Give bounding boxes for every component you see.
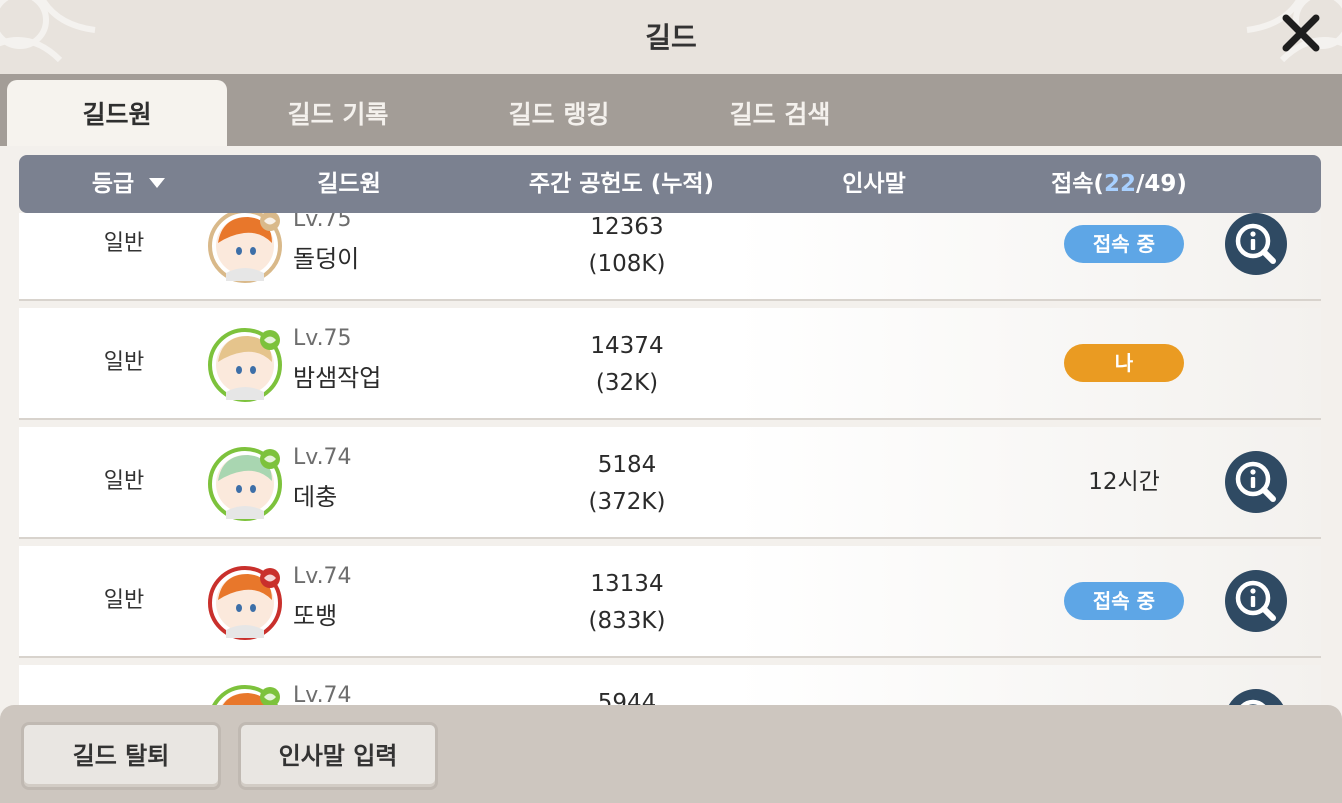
- weekly-contribution: 5944: [597, 690, 657, 705]
- total-contribution: (32K): [595, 370, 659, 396]
- member-grade: 일반: [103, 231, 145, 256]
- member-level: Lv.74: [293, 445, 352, 470]
- member-row[interactable]: Lv.74 5944: [19, 665, 1321, 705]
- member-name: 돌덩이: [293, 245, 360, 273]
- member-row[interactable]: 일반 Lv.74 데충 5184 (372K) 12시간: [19, 427, 1321, 539]
- weekly-contribution: 13134: [590, 571, 664, 597]
- member-row[interactable]: 일반 Lv.75 돌덩이 12363 (108K) 접속 중: [19, 213, 1321, 301]
- window-title: 길드: [645, 21, 697, 54]
- tab-guild-log[interactable]: 길드 기록: [228, 80, 448, 146]
- member-level: Lv.74: [293, 564, 352, 589]
- total-contribution: (833K): [588, 608, 666, 634]
- weekly-contribution: 12363: [590, 214, 664, 240]
- member-grade: 일반: [103, 350, 145, 375]
- member-name: 데충: [293, 483, 338, 511]
- member-list[interactable]: 일반 Lv.75 돌덩이 12363 (108K) 접속 중 일반 Lv.75 …: [19, 213, 1321, 705]
- member-level: Lv.75: [293, 326, 352, 351]
- header-online-total: /49): [1135, 171, 1187, 197]
- avatar: [208, 213, 282, 283]
- member-info-icon[interactable]: [1225, 451, 1287, 513]
- member-info-icon[interactable]: [1225, 689, 1287, 705]
- header-online: 접속(22/49): [1029, 155, 1209, 213]
- sort-down-icon: [149, 178, 166, 188]
- weekly-contribution: 14374: [590, 333, 664, 359]
- member-contribution: 13134 (833K): [547, 566, 707, 640]
- member-grade: 일반: [103, 469, 145, 494]
- status-badge: 접속 중: [1064, 225, 1184, 263]
- member-contribution: 5184 (372K): [547, 447, 707, 521]
- last-login-text: [1059, 665, 1189, 705]
- avatar: [208, 447, 282, 521]
- member-contribution: 14374 (32K): [547, 328, 707, 402]
- member-row[interactable]: 일반 Lv.75 밤샘작업 14374 (32K) 나: [19, 308, 1321, 420]
- status-badge: 나: [1064, 344, 1184, 382]
- header-grade: 등급: [91, 171, 135, 197]
- member-contribution: 5944: [547, 685, 707, 705]
- avatar: [208, 328, 282, 402]
- member-contribution: 12363 (108K): [547, 213, 707, 283]
- tab-guild-search[interactable]: 길드 검색: [670, 80, 890, 146]
- header-member: 길드원: [317, 171, 381, 197]
- total-contribution: (108K): [588, 251, 666, 277]
- header-greeting: 인사말: [842, 171, 906, 197]
- header-online-label: 접속(: [1051, 171, 1104, 197]
- member-info-icon[interactable]: [1225, 570, 1287, 632]
- table-header: 등급 길드원 주간 공헌도 (누적) 인사말 접속(22/49): [19, 155, 1321, 213]
- member-level: Lv.74: [293, 683, 352, 705]
- member-grade: [69, 665, 179, 705]
- tab-bar: 길드원 길드 기록 길드 랭킹 길드 검색: [0, 74, 1342, 146]
- member-name: 밤샘작업: [293, 364, 382, 392]
- weekly-contribution: 5184: [597, 452, 657, 478]
- tab-guild-ranking[interactable]: 길드 랭킹: [449, 80, 669, 146]
- avatar: [208, 566, 282, 640]
- member-name: 또뱅: [293, 602, 338, 630]
- leave-guild-button[interactable]: 길드 탈퇴: [21, 722, 221, 790]
- member-level: Lv.75: [293, 213, 352, 232]
- status-badge: 접속 중: [1064, 582, 1184, 620]
- member-row[interactable]: 일반 Lv.74 또뱅 13134 (833K) 접속 중: [19, 546, 1321, 658]
- close-icon[interactable]: [1276, 8, 1326, 58]
- enter-greeting-button[interactable]: 인사말 입력: [238, 722, 438, 790]
- sort-grade-button[interactable]: 등급: [74, 155, 184, 213]
- member-grade: 일반: [103, 588, 145, 613]
- tab-members[interactable]: 길드원: [7, 80, 227, 146]
- title-bar: 길드: [0, 0, 1342, 74]
- header-contribution: 주간 공헌도 (누적): [528, 171, 715, 197]
- member-info-icon[interactable]: [1225, 213, 1287, 275]
- avatar: [212, 685, 280, 705]
- last-login-text: 12시간: [1088, 469, 1160, 495]
- total-contribution: (372K): [588, 489, 666, 515]
- header-online-count: 22: [1103, 171, 1136, 197]
